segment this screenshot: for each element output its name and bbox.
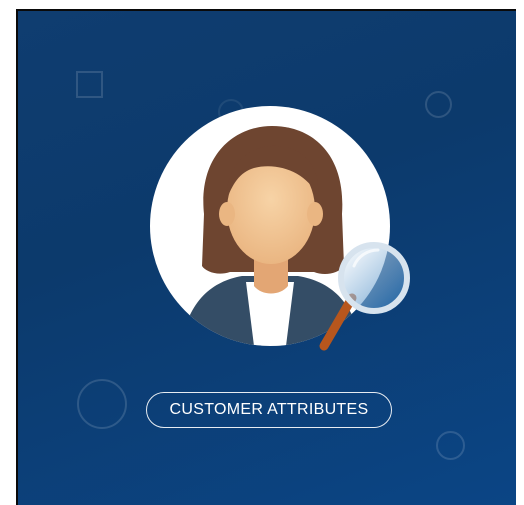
customer-attributes-button[interactable]: CUSTOMER ATTRIBUTES [146, 392, 392, 428]
customer-avatar-illustration [138, 96, 418, 366]
decorative-circle [425, 91, 452, 118]
decorative-square [76, 71, 103, 98]
decorative-circle [77, 379, 127, 429]
customer-attributes-card: CUSTOMER ATTRIBUTES [16, 9, 516, 505]
decorative-circle [436, 431, 465, 460]
